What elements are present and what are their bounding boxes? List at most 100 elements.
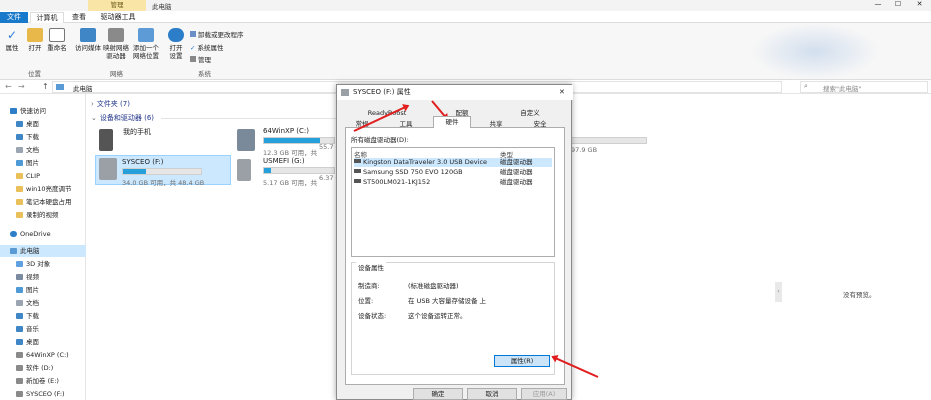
star-icon — [10, 108, 17, 114]
chevron-right-icon: › — [91, 100, 94, 108]
drive-usmefi-g[interactable]: USMEFI (G:) 5.17 GB 可用，共 — [237, 157, 337, 187]
window-title: 此电脑 — [152, 3, 172, 11]
rename-button[interactable]: 重命名 — [46, 28, 68, 52]
tab-customize[interactable]: 自定义 — [497, 108, 563, 118]
close-icon[interactable]: ✕ — [559, 85, 565, 100]
nav-folder-clip[interactable]: CLIP — [0, 170, 86, 182]
maximize-button[interactable]: ☐ — [888, 0, 908, 11]
drive-sysceo-f[interactable]: SYSCEO (F:) 34.0 GB 可用，共 48.4 GB — [95, 155, 231, 187]
minimize-button[interactable]: — — [868, 0, 888, 11]
nav-onedrive[interactable]: OneDrive — [0, 228, 86, 240]
manufacturer-value: (标准磁盘驱动器) — [408, 282, 459, 290]
nav-3d-objects[interactable]: 3D 对象 — [0, 258, 86, 270]
address-path: 此电脑 — [73, 85, 93, 93]
properties-dialog: SYSCEO (F:) 属性 ✕ ReadyBoost 配额 自定义 常规 工具… — [336, 84, 573, 400]
group-location-label: 位置 — [28, 70, 41, 78]
music-icon — [16, 326, 23, 332]
navigation-pane: 快速访问 桌面 下载 文档 图片 CLIP win10亮度调节 笔记本硬盘占用 … — [0, 94, 86, 400]
ok-button[interactable]: 确定 — [413, 388, 463, 400]
search-placeholder: 搜索"此电脑" — [823, 85, 862, 93]
drive-my-phone[interactable]: 我的手机 — [97, 127, 227, 157]
drive-usage-fill — [264, 138, 320, 143]
drive-bar-partial — [571, 137, 647, 144]
cloud-icon — [10, 231, 17, 237]
uninstall-icon — [190, 31, 196, 37]
drive-list[interactable]: 名称 类型 Kingston DataTraveler 3.0 USB Devi… — [351, 147, 555, 257]
nav-pc-downloads[interactable]: 下载 — [0, 310, 86, 322]
usb-drive-icon — [16, 391, 23, 397]
drive-size-partial-3: 97.9 GB — [571, 146, 598, 154]
manage-icon — [190, 56, 196, 62]
phone-icon — [99, 129, 113, 151]
manage-link[interactable]: 管理 — [190, 54, 211, 64]
nav-this-pc[interactable]: 此电脑 — [0, 245, 86, 257]
drive-64winxp-c[interactable]: 64WinXP (C:) 12.3 GB 可用，共 — [237, 127, 337, 157]
folder-icon — [16, 212, 23, 218]
folders-section-header[interactable]: › 文件夹 (7) — [91, 99, 130, 109]
nav-drive-e[interactable]: 新加卷 (E:) — [0, 375, 86, 387]
nav-pc-desktop[interactable]: 桌面 — [0, 336, 86, 348]
dialog-title: SYSCEO (F:) 属性 — [353, 88, 411, 96]
all-drives-label: 所有磁盘驱动器(D): — [351, 136, 409, 144]
system-properties-link[interactable]: ✓ 系统属性 — [190, 42, 223, 52]
nav-music[interactable]: 音乐 — [0, 323, 86, 335]
list-item[interactable]: ST500LM021-1KJ152 磁盘驱动器 — [354, 178, 552, 187]
nav-quick-access[interactable]: 快速访问 — [0, 105, 86, 117]
device-properties-button[interactable]: 属性(R) — [494, 355, 550, 367]
list-item[interactable]: Kingston DataTraveler 3.0 USB Device 磁盘驱… — [354, 158, 552, 167]
ribbon: ✓ 属性 打开 重命名 访问媒体 映射网络 驱动器 添加一个 网络位置 打开 设… — [0, 23, 931, 80]
media-icon — [80, 28, 96, 42]
map-network-drive-button[interactable]: 映射网络 驱动器 — [102, 28, 130, 60]
nav-pc-pictures[interactable]: 图片 — [0, 284, 86, 296]
tab-view[interactable]: 查看 — [66, 12, 92, 23]
download-icon — [16, 134, 23, 140]
nav-folder-brightness[interactable]: win10亮度调节 — [0, 183, 86, 195]
tab-hardware[interactable]: 硬件 — [433, 116, 471, 128]
nav-drive-d[interactable]: 软件 (D:) — [0, 362, 86, 374]
open-settings-button[interactable]: 打开 设置 — [166, 28, 186, 60]
desktop-icon — [16, 121, 23, 127]
no-preview-text: 没有预览。 — [843, 291, 876, 299]
device-status-value: 这个设备运转正常。 — [408, 312, 467, 320]
up-icon[interactable]: ↑ — [42, 82, 49, 91]
nav-folder-recorded-video[interactable]: 录制的视频 — [0, 209, 86, 221]
search-box[interactable]: ⌕ 搜索"此电脑" — [800, 81, 928, 93]
device-properties-label: 设备属性 — [356, 262, 386, 272]
rename-icon — [49, 28, 65, 42]
tab-drive-tools[interactable]: 驱动器工具 — [94, 12, 142, 23]
uninstall-program-link[interactable]: 卸载或更改程序 — [190, 29, 244, 39]
nav-videos[interactable]: 视频 — [0, 271, 86, 283]
picture-icon — [16, 160, 23, 166]
cancel-button[interactable]: 取消 — [467, 388, 517, 400]
forward-icon[interactable]: → — [18, 82, 25, 91]
nav-pictures[interactable]: 图片 — [0, 157, 86, 169]
back-icon[interactable]: ← — [5, 82, 12, 91]
tab-computer[interactable]: 计算机 — [30, 12, 64, 23]
list-item[interactable]: Samsung SSD 750 EVO 120GB 磁盘驱动器 — [354, 168, 552, 177]
close-button[interactable]: ✕ — [908, 0, 931, 11]
nav-downloads[interactable]: 下载 — [0, 131, 86, 143]
nav-folder-disk-usage[interactable]: 笔记本硬盘占用 — [0, 196, 86, 208]
nav-drive-f[interactable]: SYSCEO (F:) — [0, 388, 86, 400]
document-icon — [16, 147, 23, 153]
open-button[interactable]: 打开 — [25, 28, 45, 52]
access-media-button[interactable]: 访问媒体 — [74, 28, 102, 52]
dialog-title-bar: SYSCEO (F:) 属性 ✕ — [337, 85, 573, 100]
network-location-icon — [138, 28, 154, 42]
nav-desktop[interactable]: 桌面 — [0, 118, 86, 130]
nav-documents[interactable]: 文档 — [0, 144, 86, 156]
devices-section-header[interactable]: ⌄ 设备和驱动器 (6) — [91, 113, 401, 123]
nav-pc-documents[interactable]: 文档 — [0, 297, 86, 309]
picture-icon — [16, 287, 23, 293]
nav-drive-c[interactable]: 64WinXP (C:) — [0, 349, 86, 361]
search-icon: ⌕ — [804, 82, 808, 90]
tab-file[interactable]: 文件 — [0, 12, 28, 23]
add-network-location-button[interactable]: 添加一个 网络位置 — [131, 28, 161, 60]
properties-button[interactable]: ✓ 属性 — [3, 28, 21, 52]
location-value: 在 USB 大容量存储设备 上 — [408, 297, 487, 305]
map-drive-icon — [108, 28, 124, 42]
document-icon — [16, 300, 23, 306]
apply-button[interactable]: 应用(A) — [521, 388, 567, 400]
scroll-left-handle[interactable]: ‹ — [775, 282, 782, 302]
video-icon — [16, 274, 23, 280]
